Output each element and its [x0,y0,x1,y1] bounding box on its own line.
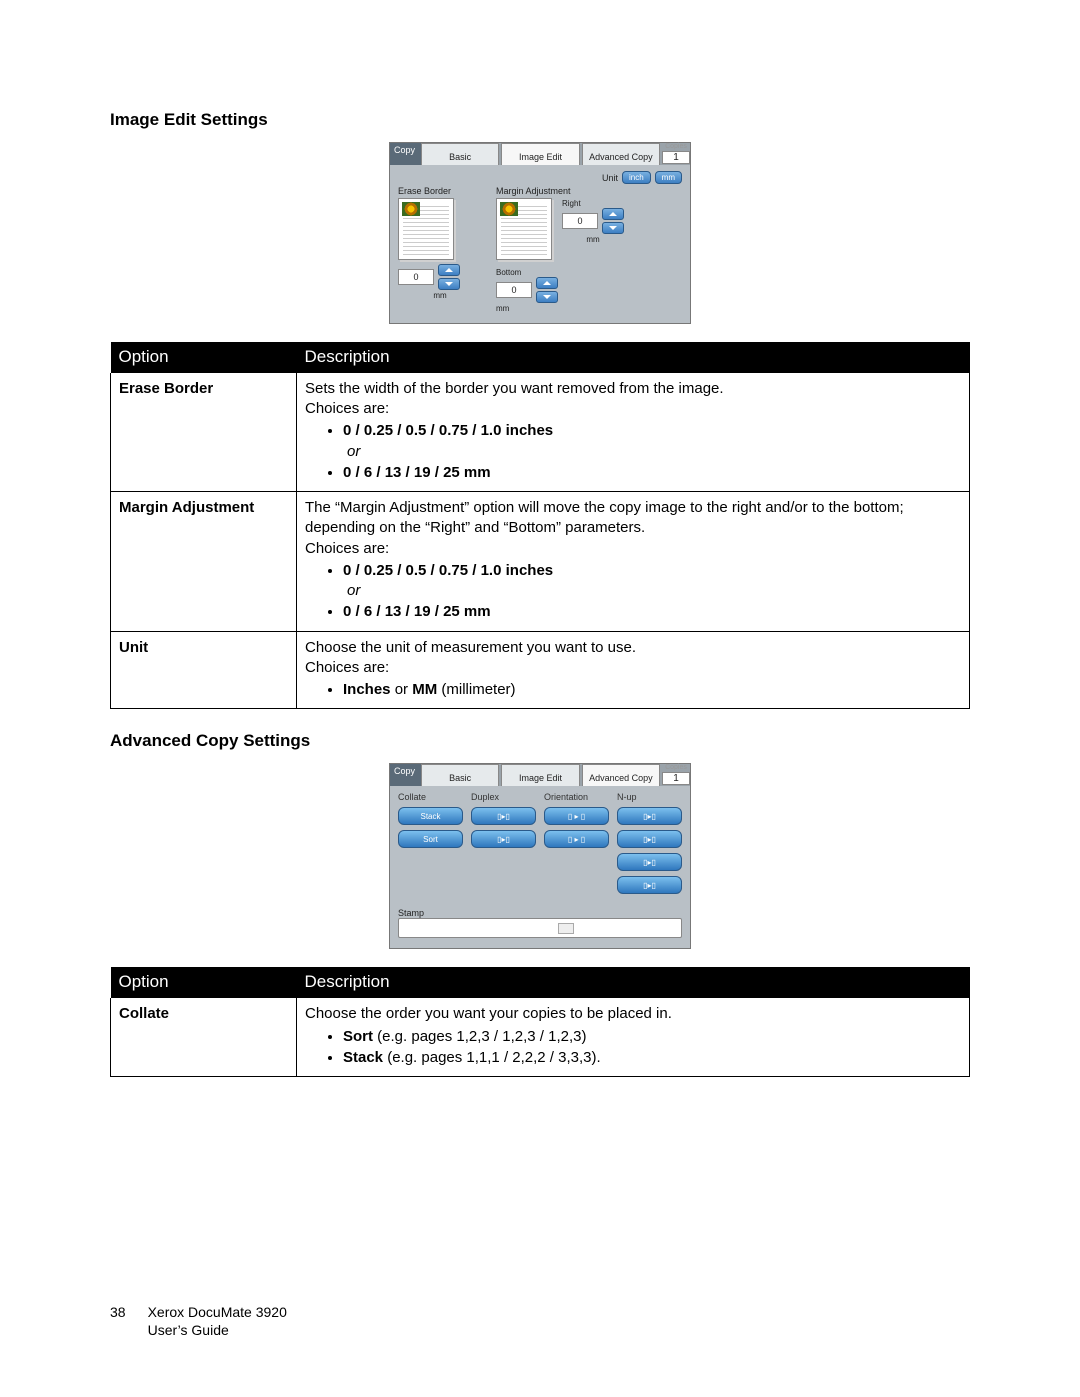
copies-value[interactable]: 1 [662,772,690,785]
copies-label: Copies [662,764,690,772]
description-margin-adjustment: The “Margin Adjustment” option will move… [297,492,970,632]
margin-bottom-value[interactable]: 0 [496,282,532,298]
orientation-option-1[interactable]: ▯ ▸ ▯ [544,807,609,825]
advanced-copy-settings-table: Option Description Collate Choose the or… [110,967,970,1077]
collate-header: Collate [398,792,463,802]
nup-option-1[interactable]: ▯▸▯ [617,807,682,825]
panel-title: Copy [390,143,421,165]
margin-right-value[interactable]: 0 [562,213,598,229]
table-row: Unit Choose the unit of measurement you … [111,631,970,709]
erase-border-preview [398,198,454,260]
page-number: 38 [110,1303,126,1339]
nup-header: N-up [617,792,682,802]
unit-inch-button[interactable]: inch [622,171,651,184]
copies-value[interactable]: 1 [662,151,690,164]
advanced-copy-panel-figure: Copy Basic Image Edit Advanced Copy Copi… [110,763,970,949]
th-option: Option [111,967,297,998]
margin-adjustment-preview [496,198,552,260]
margin-bottom-unit: mm [496,304,530,313]
margin-right-unit: mm [562,235,624,244]
unit-mm-button[interactable]: mm [655,171,682,184]
tab-advanced-copy[interactable]: Advanced Copy [582,764,660,786]
image-edit-panel-figure: Copy Basic Image Edit Advanced Copy Copi… [110,142,970,324]
footer-line-2: User’s Guide [148,1322,229,1338]
table-row: Collate Choose the order you want your c… [111,998,970,1076]
option-collate: Collate [111,998,297,1076]
th-description: Description [297,967,970,998]
nup-option-2[interactable]: ▯▸▯ [617,830,682,848]
description-erase-border: Sets the width of the border you want re… [297,373,970,492]
unit-label: Unit [602,173,618,183]
collate-sort-button[interactable]: Sort [398,830,463,848]
margin-adjustment-label: Margin Adjustment [496,186,682,196]
description-unit: Choose the unit of measurement you want … [297,631,970,709]
erase-border-label: Erase Border [398,186,482,196]
option-erase-border: Erase Border [111,373,297,492]
th-option: Option [111,342,297,373]
nup-option-3[interactable]: ▯▸▯ [617,853,682,871]
table-row: Erase Border Sets the width of the borde… [111,373,970,492]
margin-right-up[interactable] [602,208,624,220]
duplex-option-2[interactable]: ▯▸▯ [471,830,536,848]
collate-stack-button[interactable]: Stack [398,807,463,825]
option-unit: Unit [111,631,297,709]
stamp-input[interactable] [398,918,682,938]
image-edit-settings-table: Option Description Erase Border Sets the… [110,342,970,709]
tab-basic[interactable]: Basic [421,143,499,165]
orientation-option-2[interactable]: ▯ ▸ ▯ [544,830,609,848]
right-label: Right [562,199,624,208]
margin-bottom-down[interactable] [536,291,558,303]
tab-basic[interactable]: Basic [421,764,499,786]
page-footer: 38 Xerox DocuMate 3920 User’s Guide [110,1303,287,1339]
option-margin-adjustment: Margin Adjustment [111,492,297,632]
footer-line-1: Xerox DocuMate 3920 [148,1304,287,1320]
nup-option-4[interactable]: ▯▸▯ [617,876,682,894]
duplex-option-1[interactable]: ▯▸▯ [471,807,536,825]
section-heading-image-edit: Image Edit Settings [110,110,970,130]
bottom-label: Bottom [496,268,682,277]
orientation-header: Orientation [544,792,609,802]
margin-bottom-up[interactable] [536,277,558,289]
erase-border-unit: mm [398,291,482,300]
erase-border-down[interactable] [438,278,460,290]
description-collate: Choose the order you want your copies to… [297,998,970,1076]
erase-border-up[interactable] [438,264,460,276]
th-description: Description [297,342,970,373]
duplex-header: Duplex [471,792,536,802]
table-row: Margin Adjustment The “Margin Adjustment… [111,492,970,632]
margin-right-down[interactable] [602,222,624,234]
copies-label: Copies [662,143,690,151]
section-heading-advanced-copy: Advanced Copy Settings [110,731,970,751]
stamp-label: Stamp [398,908,682,918]
tab-advanced-copy[interactable]: Advanced Copy [582,143,660,165]
panel-title: Copy [390,764,421,786]
tab-image-edit[interactable]: Image Edit [501,143,579,165]
erase-border-value[interactable]: 0 [398,269,434,285]
tab-image-edit[interactable]: Image Edit [501,764,579,786]
